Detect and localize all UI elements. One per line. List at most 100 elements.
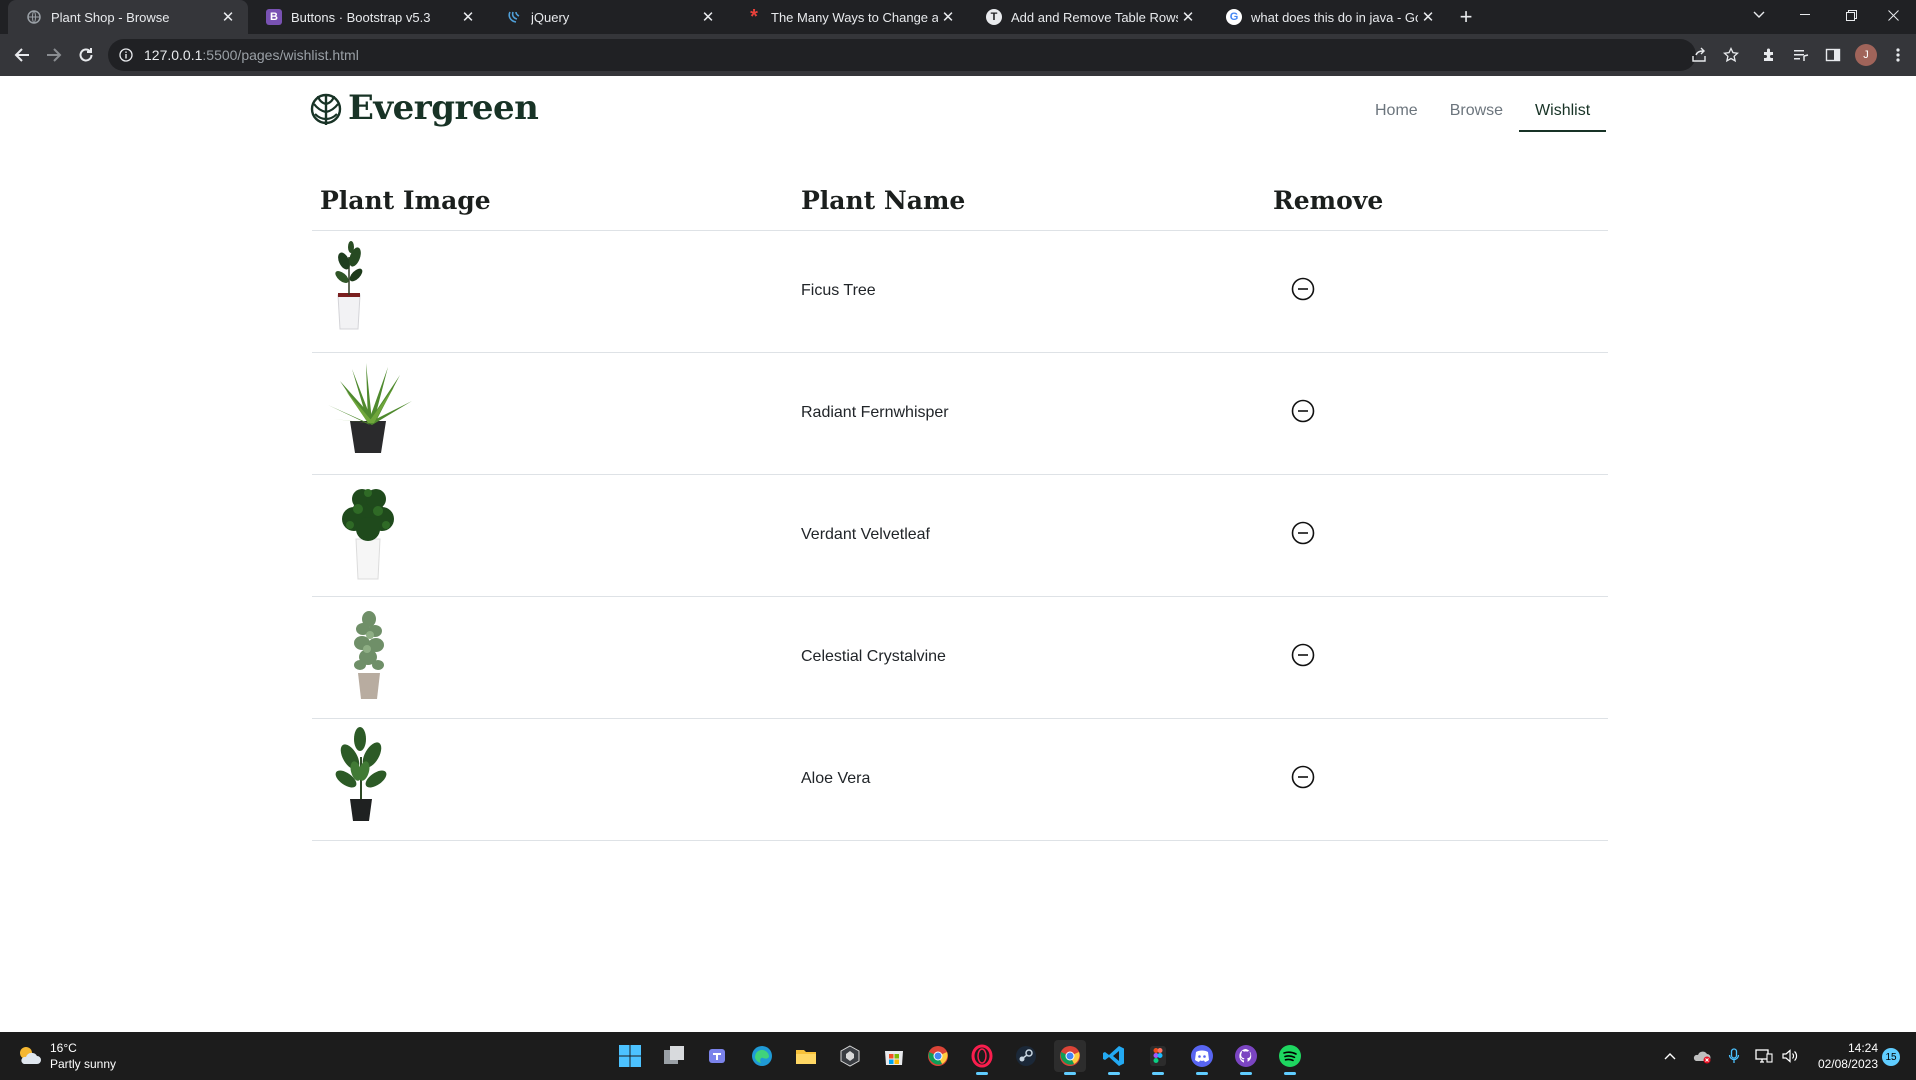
- file-explorer-icon[interactable]: [790, 1040, 822, 1072]
- close-tab-icon[interactable]: ✕: [218, 7, 238, 27]
- github-desktop-icon[interactable]: [1230, 1040, 1262, 1075]
- address-bar[interactable]: 127.0.0.1:5500/pages/wishlist.html: [108, 39, 1696, 71]
- minimize-icon[interactable]: [1782, 0, 1828, 30]
- opera-gx-icon[interactable]: [966, 1040, 998, 1075]
- bookmark-star-icon[interactable]: [1719, 43, 1743, 67]
- edge-icon[interactable]: [746, 1040, 778, 1072]
- column-header-plant-name: Plant Name: [793, 172, 1265, 231]
- verdant-velvetleaf-image: [342, 488, 394, 579]
- nav-home[interactable]: Home: [1359, 90, 1434, 132]
- menu-kebab-icon[interactable]: [1886, 43, 1910, 67]
- dash-circle-icon[interactable]: [1291, 521, 1315, 545]
- vscode-icon[interactable]: [1098, 1040, 1130, 1075]
- teams-icon[interactable]: [702, 1040, 734, 1072]
- dash-circle-icon[interactable]: [1291, 765, 1315, 789]
- restore-icon[interactable]: [1828, 0, 1874, 30]
- radiant-fernwhisper-image: [328, 362, 412, 453]
- reload-icon[interactable]: [74, 43, 98, 67]
- css-tricks-icon: *: [750, 5, 758, 28]
- tab-css-tricks[interactable]: * The Many Ways to Change an SV ✕: [728, 0, 968, 34]
- main-nav: Home Browse Wishlist: [1359, 90, 1607, 132]
- table-header-row: Plant Image Plant Name Remove: [312, 172, 1608, 231]
- discord-icon[interactable]: [1186, 1040, 1218, 1075]
- tab-plant-shop[interactable]: Plant Shop - Browse ✕: [8, 0, 248, 34]
- chevron-up-icon[interactable]: [1658, 1044, 1682, 1068]
- close-tab-icon[interactable]: ✕: [698, 7, 718, 27]
- network-icon[interactable]: [1752, 1044, 1776, 1068]
- site-info-icon[interactable]: [118, 47, 134, 63]
- close-tab-icon[interactable]: ✕: [1418, 7, 1438, 27]
- web-page: Evergreen Home Browse Wishlist Plant Ima…: [0, 76, 1916, 1032]
- tab-google-search[interactable]: G what does this do in java - Googl ✕: [1208, 0, 1448, 34]
- forward-arrow-icon[interactable]: [42, 43, 66, 67]
- tab-table-rows[interactable]: T Add and Remove Table Rows Dy ✕: [968, 0, 1208, 34]
- tab-jquery[interactable]: jQuery ✕: [488, 0, 728, 34]
- running-indicator: [1064, 1072, 1076, 1075]
- plant-name: Aloe Vera: [793, 718, 1265, 841]
- task-view-icon[interactable]: [658, 1040, 690, 1072]
- dash-circle-icon[interactable]: [1291, 277, 1315, 301]
- plant-image-cell: [312, 230, 793, 353]
- microsoft-store-icon[interactable]: [878, 1040, 910, 1072]
- steam-icon[interactable]: [1010, 1040, 1042, 1072]
- nav-browse[interactable]: Browse: [1434, 90, 1519, 132]
- plant-name: Verdant Velvetleaf: [793, 474, 1265, 597]
- jquery-icon: [506, 9, 522, 25]
- tutorial-icon: T: [986, 9, 1002, 25]
- volume-icon[interactable]: [1778, 1044, 1802, 1068]
- plant-image-cell: [312, 352, 793, 475]
- url-text: 127.0.0.1:5500/pages/wishlist.html: [144, 47, 359, 63]
- dash-circle-icon[interactable]: [1291, 643, 1315, 667]
- brand-name: Evergreen: [348, 88, 539, 128]
- chrome-icon[interactable]: [922, 1040, 954, 1072]
- weather-widget[interactable]: 16°C Partly sunny: [16, 1040, 116, 1072]
- running-indicator: [1152, 1072, 1164, 1075]
- profile-avatar[interactable]: J: [1855, 44, 1877, 66]
- onedrive-icon[interactable]: [1690, 1044, 1714, 1068]
- microphone-icon[interactable]: [1722, 1044, 1746, 1068]
- running-indicator: [976, 1072, 988, 1075]
- chrome-active-icon[interactable]: [1054, 1040, 1086, 1075]
- url-host: 127.0.0.1: [144, 47, 203, 63]
- unity-icon[interactable]: [834, 1040, 866, 1072]
- wishlist-table: Plant Image Plant Name Remove Ficus Tree…: [312, 172, 1608, 841]
- side-panel-icon[interactable]: [1821, 43, 1845, 67]
- plant-image-cell: [312, 596, 793, 719]
- clock-time: 14:24: [1847, 1041, 1878, 1055]
- dash-circle-icon[interactable]: [1291, 399, 1315, 423]
- url-path: :5500/pages/wishlist.html: [202, 47, 359, 63]
- taskbar: 16°C Partly sunny 14:24 02/08/2023 15: [0, 1032, 1916, 1080]
- aloe-vera-image: [335, 726, 387, 821]
- running-indicator: [1196, 1072, 1208, 1075]
- page-icon: [26, 9, 42, 25]
- media-controls-icon[interactable]: [1789, 43, 1813, 67]
- table-row: Celestial Crystalvine: [312, 596, 1608, 719]
- extensions-icon[interactable]: [1757, 43, 1781, 67]
- remove-cell: [1265, 230, 1608, 353]
- start-button[interactable]: [614, 1040, 646, 1072]
- tab-title: Buttons · Bootstrap v5.3: [291, 9, 431, 25]
- brand[interactable]: Evergreen: [310, 88, 539, 128]
- partly-sunny-icon: [20, 1047, 41, 1064]
- browser-tab-strip: Plant Shop - Browse ✕ B Buttons · Bootst…: [0, 0, 1916, 34]
- new-tab-button[interactable]: +: [1454, 4, 1478, 29]
- nav-wishlist[interactable]: Wishlist: [1519, 90, 1607, 132]
- running-indicator: [1240, 1072, 1252, 1075]
- back-arrow-icon[interactable]: [10, 43, 34, 67]
- weather-text: 16°C Partly sunny: [50, 1040, 116, 1072]
- tab-search-icon[interactable]: [1736, 0, 1782, 30]
- close-tab-icon[interactable]: ✕: [1178, 7, 1198, 27]
- column-header-remove: Remove: [1265, 172, 1608, 231]
- close-tab-icon[interactable]: ✕: [938, 7, 958, 27]
- figma-icon[interactable]: [1142, 1040, 1174, 1075]
- remove-cell: [1265, 596, 1608, 719]
- spotify-icon[interactable]: [1274, 1040, 1306, 1075]
- close-window-icon[interactable]: [1870, 0, 1916, 30]
- close-tab-icon[interactable]: ✕: [458, 7, 478, 27]
- running-indicator: [1284, 1072, 1296, 1075]
- share-icon[interactable]: [1687, 43, 1711, 67]
- tab-bootstrap[interactable]: B Buttons · Bootstrap v5.3 ✕: [248, 0, 488, 34]
- notification-badge[interactable]: 15: [1882, 1048, 1900, 1066]
- clock[interactable]: 14:24 02/08/2023: [1808, 1040, 1878, 1072]
- tab-title: what does this do in java - Googl: [1251, 9, 1418, 25]
